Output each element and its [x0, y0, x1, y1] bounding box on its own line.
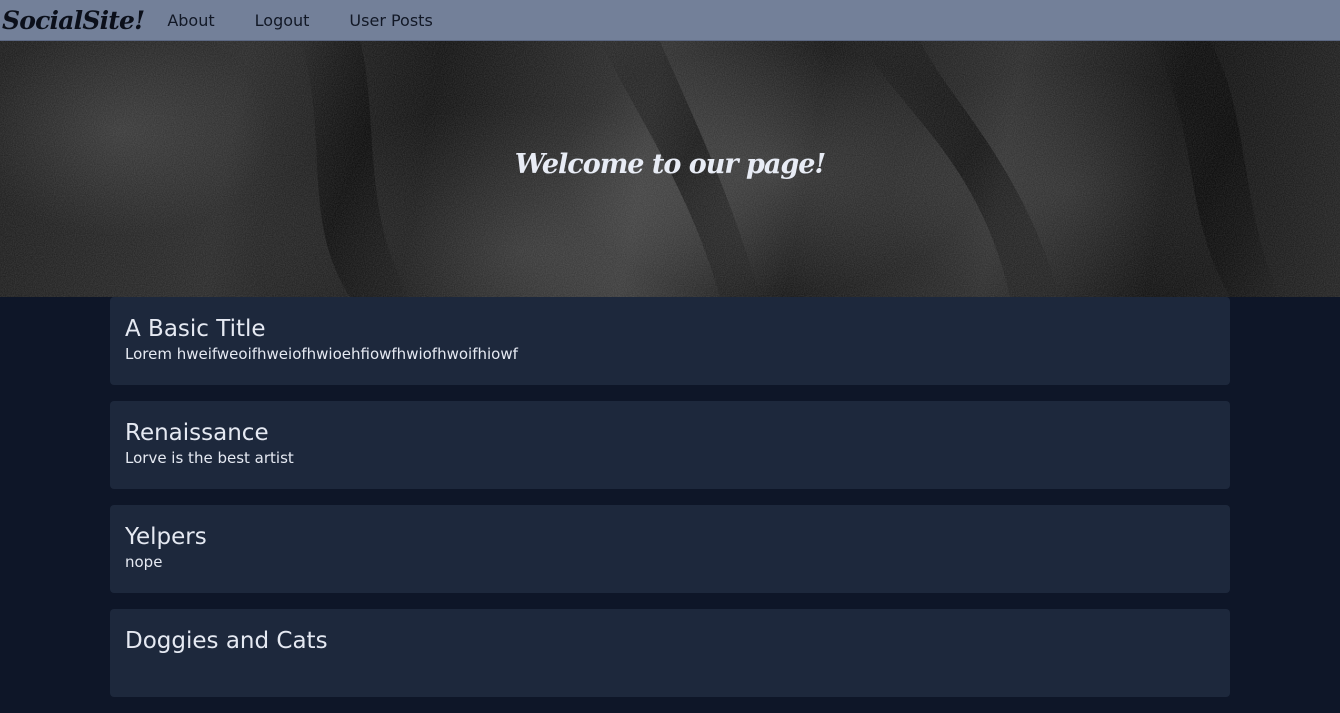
nav-link-user-posts[interactable]: User Posts	[349, 0, 432, 41]
post-title: Doggies and Cats	[125, 628, 328, 654]
hero-banner: Welcome to our page!	[0, 41, 1340, 297]
hero-title: Welcome to our page!	[514, 149, 827, 180]
nav-link-logout[interactable]: Logout	[255, 0, 310, 41]
post-card[interactable]: A Basic Title Lorem hweifweoifhweiofhwio…	[110, 297, 1230, 385]
post-title: Yelpers	[125, 524, 207, 550]
post-title: Renaissance	[125, 420, 269, 446]
post-body: Lorem hweifweoifhweiofhwioehfiowfhwiofhw…	[125, 345, 518, 363]
post-card[interactable]: Renaissance Lorve is the best artist	[110, 401, 1230, 489]
brand-logo[interactable]: SocialSite!	[0, 0, 145, 41]
post-card[interactable]: Doggies and Cats	[110, 609, 1230, 697]
post-card[interactable]: Yelpers nope	[110, 505, 1230, 593]
nav-link-about[interactable]: About	[167, 0, 214, 41]
post-body: Lorve is the best artist	[125, 449, 294, 467]
post-title: A Basic Title	[125, 316, 266, 342]
post-body: nope	[125, 553, 163, 571]
posts-list: A Basic Title Lorem hweifweoifhweiofhwio…	[110, 297, 1230, 713]
top-navbar: SocialSite! About Logout User Posts	[0, 0, 1340, 41]
